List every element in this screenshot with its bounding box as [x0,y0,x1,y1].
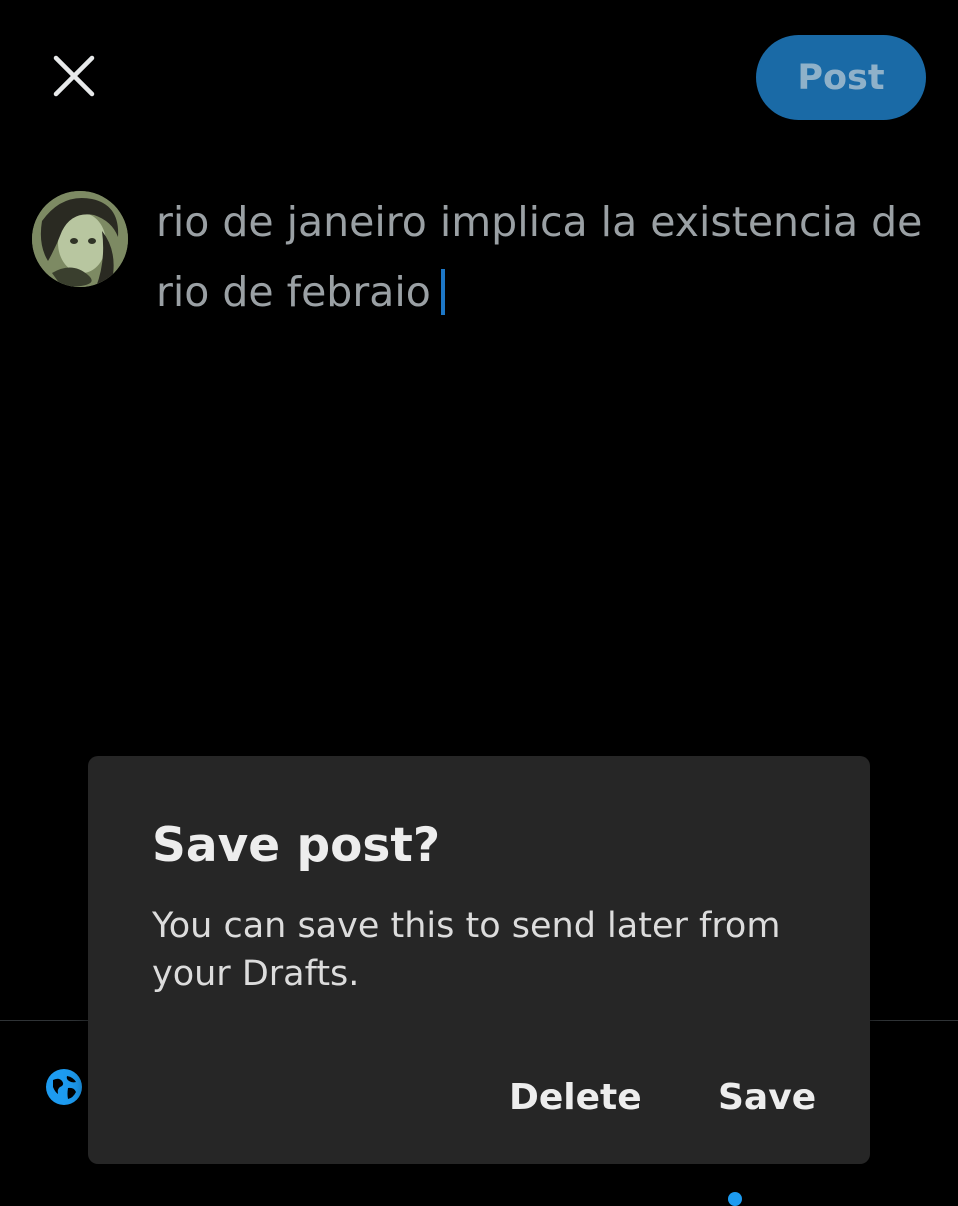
bottom-indicator-dot [728,1192,742,1206]
text-caret [440,269,445,315]
save-post-dialog: Save post? You can save this to send lat… [88,756,870,1164]
globe-icon[interactable] [45,1068,83,1106]
avatar[interactable] [32,191,128,287]
save-button[interactable]: Save [718,1070,816,1126]
dialog-message: You can save this to send later from you… [152,906,781,994]
close-icon [53,55,95,97]
delete-button[interactable]: Delete [509,1070,642,1126]
post-text: rio de janeiro implica la existencia de … [156,198,923,316]
dialog-title: Save post? [152,818,441,873]
close-button[interactable] [44,46,104,106]
post-button[interactable]: Post [756,35,926,120]
post-text-input[interactable]: rio de janeiro implica la existencia de … [156,187,936,327]
user-avatar-image [32,191,128,287]
